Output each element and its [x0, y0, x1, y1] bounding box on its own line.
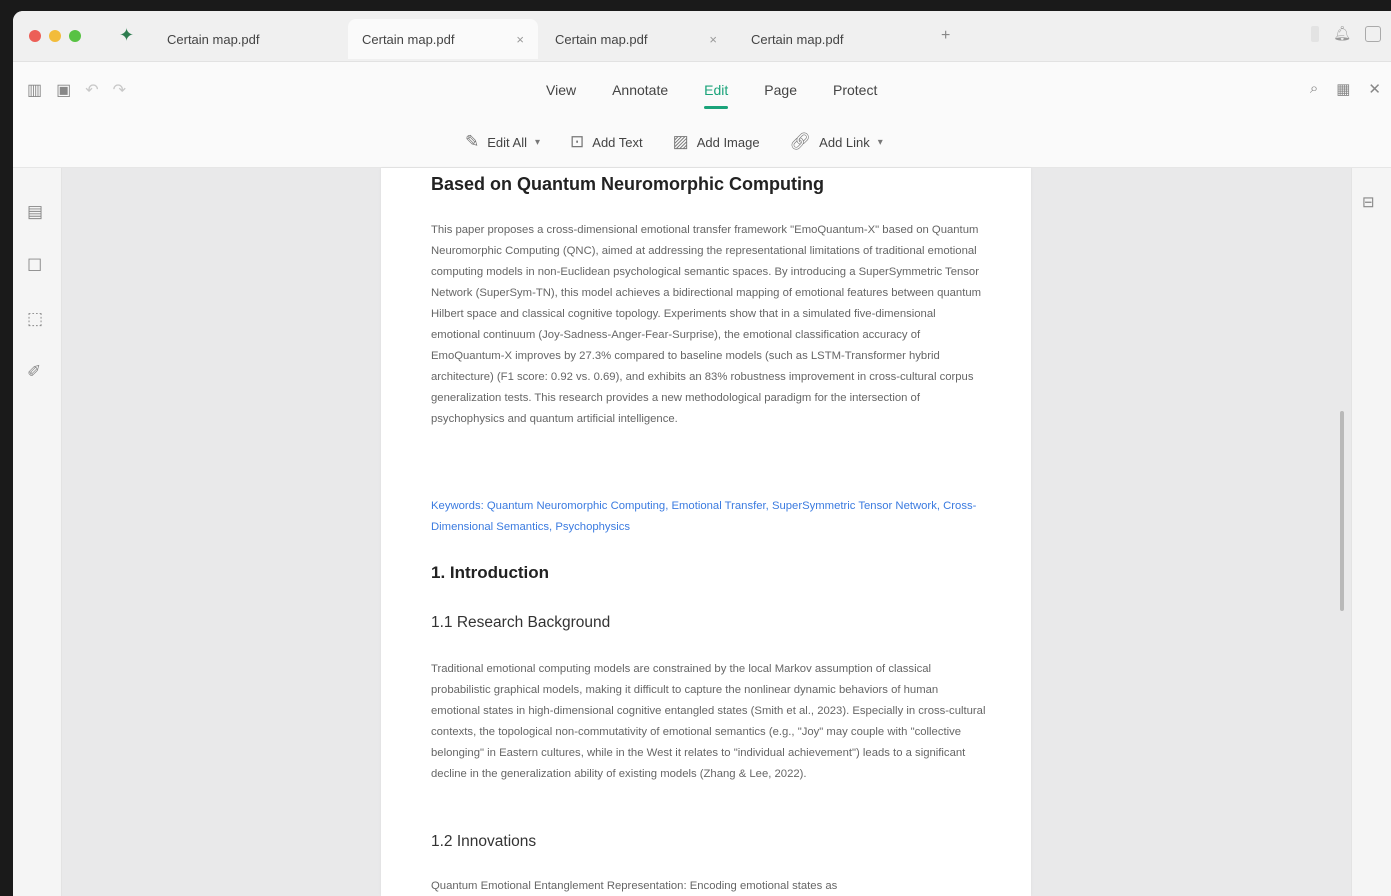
tab-2-label: Certain map.pdf	[362, 31, 455, 47]
abstract-paragraph: This paper proposes a cross-dimensional …	[431, 224, 982, 425]
comment-icon[interactable]: ⬚	[27, 309, 43, 329]
keywords-paragraph: Keywords: Quantum Neuromorphic Computing…	[431, 500, 977, 533]
title-bar-actions: 🔔︎	[1311, 25, 1381, 42]
document-canvas: Based on Quantum Neuromorphic Computing …	[62, 168, 1351, 896]
bookmark-icon[interactable]: ☐	[27, 256, 42, 276]
pen-icon: ✎	[465, 132, 480, 151]
tab-2-close-icon[interactable]: ×	[516, 32, 524, 47]
tab-4-label: Certain map.pdf	[751, 31, 844, 47]
tab-3[interactable]: Certain map.pdf ×	[541, 19, 731, 59]
window-toggle-icon[interactable]	[1365, 25, 1381, 42]
text-box-icon: ⊡	[570, 132, 585, 151]
add-link-label: Add Link	[819, 134, 870, 150]
right-sidebar: ⊟	[1351, 168, 1391, 896]
background-paragraph: Traditional emotional computing models a…	[431, 663, 986, 780]
close-window-button[interactable]	[29, 30, 41, 42]
window-controls	[29, 30, 81, 42]
pdf-page[interactable]: Based on Quantum Neuromorphic Computing …	[381, 168, 1031, 896]
properties-panel-icon[interactable]: ⊟	[1362, 193, 1375, 211]
bell-icon[interactable]: 🔔︎	[1333, 25, 1351, 42]
tab-4[interactable]: Certain map.pdf	[737, 19, 927, 59]
toolbar-left: ▥ ▣ ↶ ↷	[27, 80, 126, 100]
link-icon: 🔗︎	[789, 132, 812, 151]
main-menu: View Annotate Edit Page Protect	[528, 82, 895, 109]
section-background-heading: 1.1 Research Background	[431, 614, 611, 631]
add-text-label: Add Text	[592, 134, 643, 150]
add-link-button[interactable]: 🔗︎ Add Link ▾	[790, 132, 883, 152]
maximize-window-button[interactable]	[69, 30, 81, 42]
edit-all-button[interactable]: ✎ Edit All ▾	[465, 132, 540, 152]
chevron-down-icon: ▾	[535, 136, 541, 148]
add-image-label: Add Image	[696, 134, 760, 150]
menu-view[interactable]: View	[528, 82, 594, 98]
menu-annotate[interactable]: Annotate	[594, 82, 686, 98]
new-tab-button[interactable]: +	[941, 27, 950, 45]
thumbnails-icon[interactable]: ▤	[27, 202, 43, 222]
collapse-icon[interactable]: ✕	[1368, 80, 1381, 98]
tab-2[interactable]: Certain map.pdf ×	[348, 19, 538, 59]
minimize-window-button[interactable]	[49, 30, 61, 42]
chevron-down-icon: ▾	[877, 136, 883, 148]
tab-1-label: Certain map.pdf	[167, 31, 260, 47]
app-window: ✦ Certain map.pdf Certain map.pdf × Cert…	[13, 11, 1391, 896]
tab-1[interactable]: Certain map.pdf	[153, 19, 343, 59]
search-icon[interactable]: ⌕	[1310, 80, 1318, 98]
left-sidebar: ▤ ☐ ⬚ ✐	[13, 168, 62, 896]
add-image-button[interactable]: ▨ Add Image	[673, 132, 760, 152]
main-toolbar: ▥ ▣ ↶ ↷ View Annotate Edit Page Protect …	[13, 62, 1391, 168]
menu-protect[interactable]: Protect	[815, 82, 895, 98]
section-innovations-heading: 1.2 Innovations	[431, 833, 537, 850]
section-introduction-heading: 1. Introduction	[431, 563, 550, 582]
document-title: Based on Quantum Neuromorphic Computing	[431, 174, 825, 194]
tab-3-close-icon[interactable]: ×	[709, 32, 717, 47]
tab-3-label: Certain map.pdf	[555, 31, 648, 47]
add-text-button[interactable]: ⊡ Add Text	[570, 132, 643, 152]
undo-icon[interactable]: ↶	[85, 80, 98, 100]
attachment-icon[interactable]: ✐	[27, 362, 41, 382]
menu-edit[interactable]: Edit	[686, 82, 746, 109]
image-icon: ▨	[672, 132, 689, 151]
innovations-paragraph: Quantum Emotional Entanglement Represent…	[431, 880, 838, 892]
menu-page[interactable]: Page	[746, 82, 815, 98]
edit-subtoolbar: ✎ Edit All ▾ ⊡ Add Text ▨ Add Image 🔗︎ A…	[465, 132, 883, 152]
pin-icon[interactable]: ✦	[119, 23, 134, 47]
calendar-icon[interactable]: ▦	[1336, 80, 1350, 98]
title-bar: ✦ Certain map.pdf Certain map.pdf × Cert…	[13, 11, 1391, 62]
edit-all-label: Edit All	[487, 134, 527, 150]
toolbar-right: ⌕ ▦ ✕	[1310, 80, 1381, 98]
notification-badge-icon[interactable]	[1311, 25, 1320, 42]
save-icon[interactable]: ▣	[56, 80, 71, 100]
sidebar-toggle-icon[interactable]: ▥	[27, 80, 42, 100]
redo-icon[interactable]: ↷	[113, 80, 126, 100]
vertical-scrollbar[interactable]	[1340, 411, 1344, 611]
